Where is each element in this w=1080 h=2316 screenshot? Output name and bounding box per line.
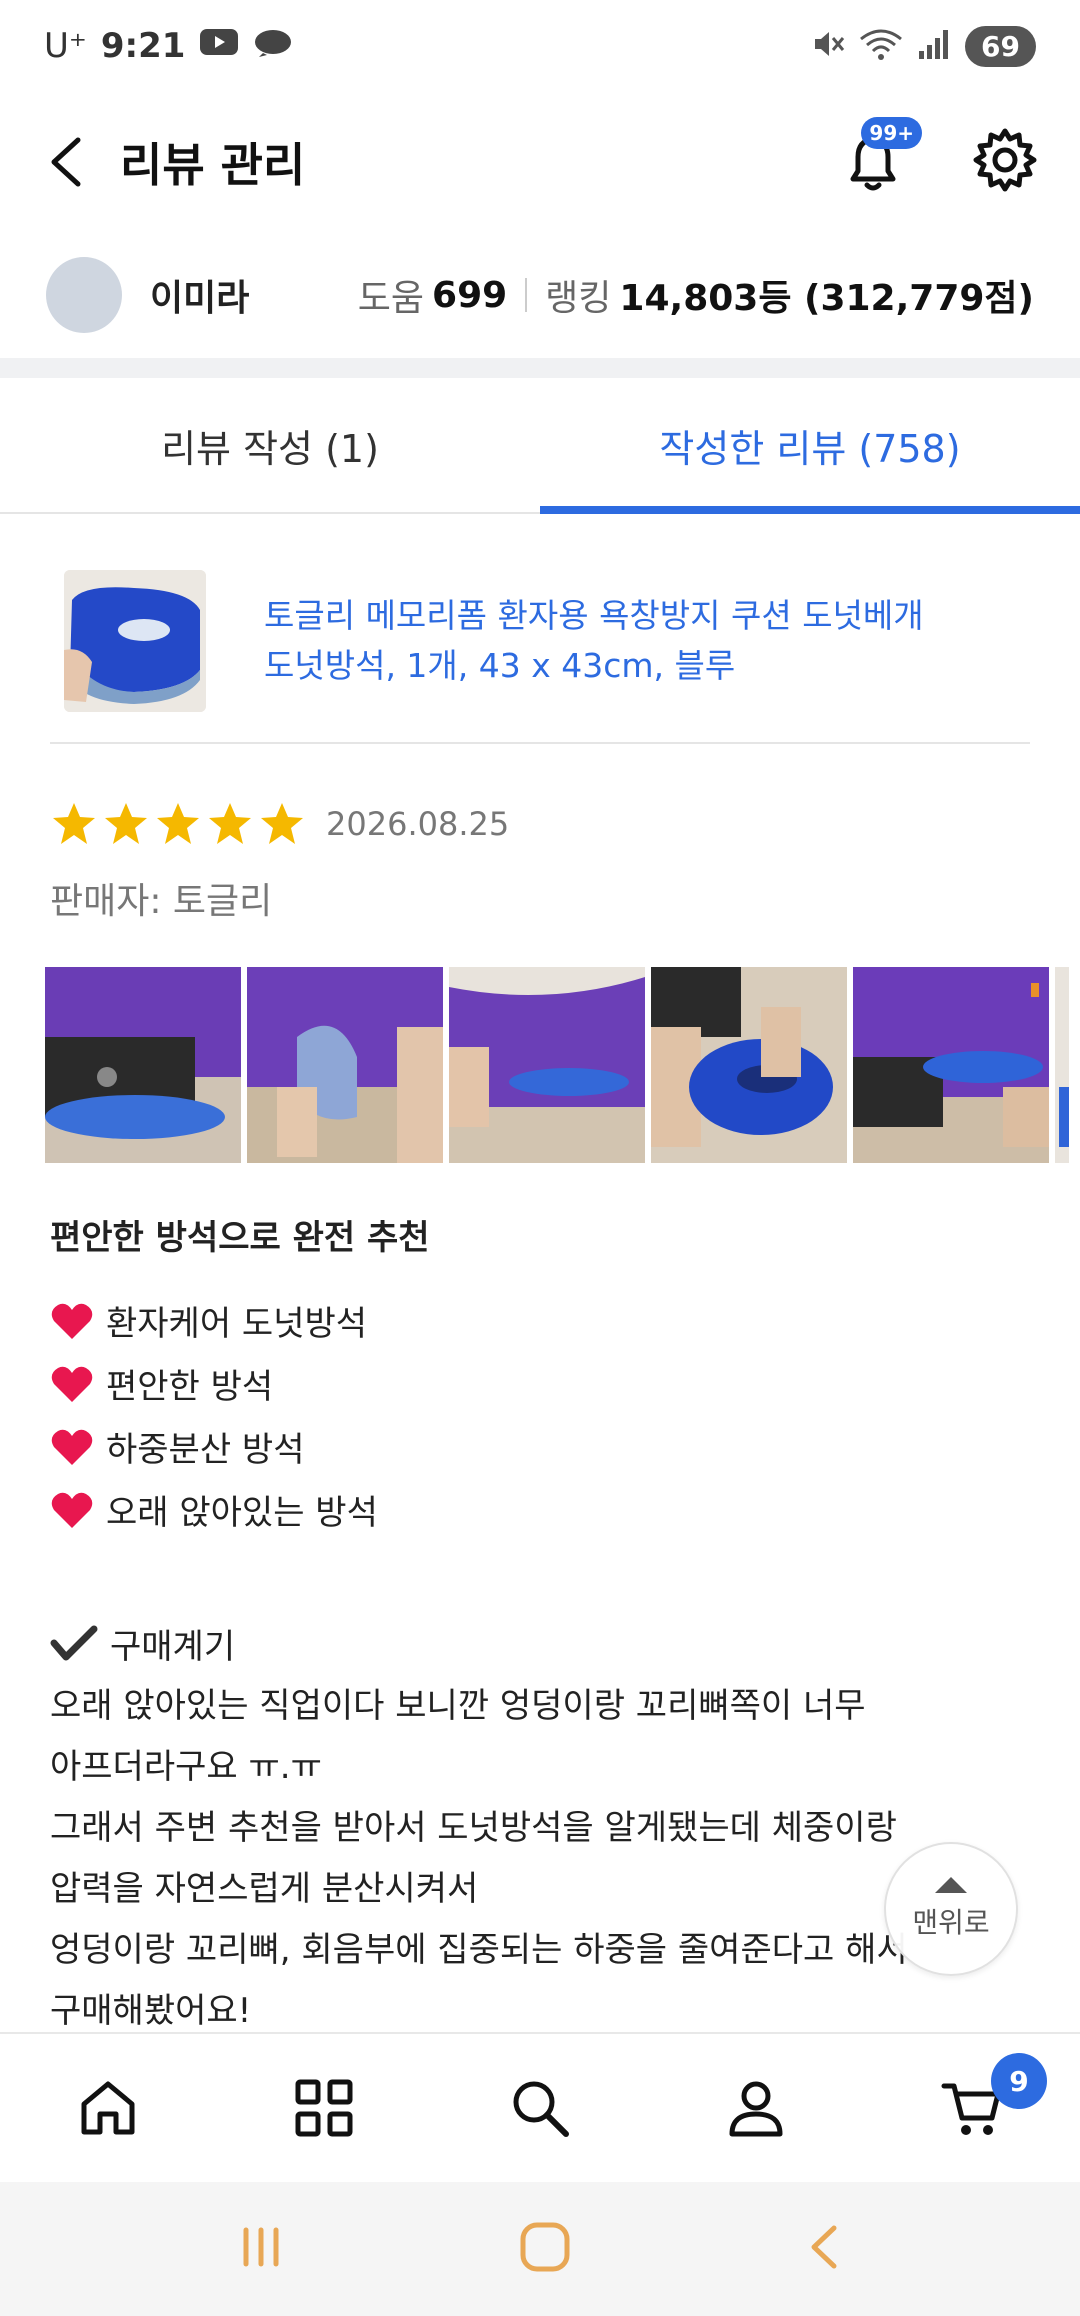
bullet-text: 오래 앉아있는 방석 xyxy=(106,1493,378,1533)
cart-count-badge: 9 xyxy=(991,2053,1047,2109)
profile-summary: 이미라 도움 699 랭킹 14,803등 (312,779점) xyxy=(0,232,1080,358)
back-button[interactable] xyxy=(40,136,92,188)
purchase-reason-label: 구매계기 xyxy=(110,1626,236,1667)
profile-stats: 도움 699 랭킹 14,803등 (312,779점) xyxy=(358,269,1034,321)
star-icon xyxy=(209,803,251,844)
seller-label: 판매자: 토글리 xyxy=(50,881,273,922)
gear-icon xyxy=(973,128,1037,192)
status-bar: U⁺ 9:21 69 xyxy=(0,0,1080,92)
app-header: 리뷰 관리 99+ xyxy=(0,92,1080,232)
clock: 9:21 xyxy=(100,26,186,66)
product-row[interactable]: 토글리 메모리폼 환자용 욕창방지 쿠션 도넛베개 도넛방석, 1개, 43 x… xyxy=(50,540,1030,744)
review-photo[interactable] xyxy=(853,967,1049,1163)
scroll-to-top-button[interactable]: 맨위로 xyxy=(884,1842,1018,1976)
review-tabs: 리뷰 작성 (1) 작성한 리뷰 (758) xyxy=(0,378,1080,514)
product-title[interactable]: 토글리 메모리폼 환자용 욕창방지 쿠션 도넛베개 도넛방석, 1개, 43 x… xyxy=(264,591,964,691)
review-photo[interactable] xyxy=(449,967,645,1163)
list-item: 오래 앉아있는 방석 xyxy=(50,1478,1030,1541)
nav-cart[interactable]: 9 xyxy=(927,2053,1047,2153)
checkmark-icon xyxy=(50,1625,98,1661)
nav-search[interactable] xyxy=(495,2063,585,2153)
bottom-nav: 9 xyxy=(0,2032,1080,2182)
home-circle-icon xyxy=(520,2222,570,2272)
heart-icon xyxy=(51,1366,93,1402)
star-icon xyxy=(105,803,147,844)
star-icon xyxy=(53,803,95,844)
notification-button[interactable]: 99+ xyxy=(838,117,922,197)
purchase-reason-heading: 구매계기 xyxy=(50,1610,1030,1676)
list-item: 하중분산 방석 xyxy=(50,1415,1030,1478)
chevron-left-icon xyxy=(811,2225,837,2269)
user-icon xyxy=(729,2081,783,2137)
review-photo[interactable] xyxy=(651,967,847,1163)
tab-write-review[interactable]: 리뷰 작성 (1) xyxy=(0,378,540,512)
help-value: 699 xyxy=(432,274,508,316)
review-photo[interactable] xyxy=(45,967,241,1163)
chevron-left-icon xyxy=(51,137,81,187)
wifi-icon xyxy=(859,27,903,65)
divider xyxy=(525,278,528,312)
review-heading: 편안한 방석으로 완전 추천 xyxy=(50,1218,430,1258)
home-system-button[interactable] xyxy=(517,2219,573,2279)
help-label: 도움 xyxy=(357,278,425,319)
scroll-to-top-label: 맨위로 xyxy=(912,1906,990,1939)
bullet-text: 환자케어 도넛방석 xyxy=(106,1304,368,1344)
home-icon xyxy=(81,2081,135,2135)
youtube-icon xyxy=(199,26,239,66)
signal-icon xyxy=(917,27,951,65)
heart-icon xyxy=(51,1492,93,1528)
notification-badge: 99+ xyxy=(861,117,922,149)
review-line: 압력을 자연스럽게 분산시켜서 xyxy=(50,1869,479,1909)
review-photo[interactable] xyxy=(1055,967,1069,1163)
review-date: 2026.08.25 xyxy=(326,805,510,843)
product-title-line: 토글리 메모리폼 환자용 욕창방지 쿠션 도넛베개 xyxy=(264,596,924,635)
rank-value: 14,803등 (312,779점) xyxy=(619,278,1034,319)
system-navigation xyxy=(0,2182,1080,2316)
rating-row: 2026.08.25 xyxy=(50,800,509,848)
heart-icon xyxy=(51,1429,93,1465)
tab-written-reviews[interactable]: 작성한 리뷰 (758) xyxy=(540,378,1080,514)
product-thumbnail[interactable] xyxy=(64,570,206,712)
recent-apps-icon xyxy=(243,2227,279,2267)
list-item: 환자케어 도넛방석 xyxy=(50,1289,1030,1352)
weather-icon xyxy=(253,26,293,66)
review-line: 아프더라구요 ㅠ.ㅠ xyxy=(50,1747,322,1787)
review-line: 엉덩이랑 꼬리뼈, 회음부에 집중되는 하중을 줄여준다고 해서 xyxy=(50,1930,908,1970)
star-icon xyxy=(261,803,303,844)
section-divider xyxy=(0,358,1080,378)
bullet-text: 편안한 방석 xyxy=(106,1367,274,1407)
rank-label: 랭킹 xyxy=(545,278,612,319)
nav-categories[interactable] xyxy=(279,2063,369,2153)
bullet-text: 하중분산 방석 xyxy=(106,1430,305,1470)
page-title: 리뷰 관리 xyxy=(120,138,306,192)
product-title-line: 도넛방석, 1개, 43 x 43cm, 블루 xyxy=(264,646,736,685)
recent-apps-button[interactable] xyxy=(236,2222,286,2276)
review-body: 편안한 방석으로 완전 추천 환자케어 도넛방석 편안한 방석 하중분산 방석 … xyxy=(50,1210,1030,2042)
search-icon xyxy=(513,2081,569,2137)
mute-icon xyxy=(811,27,845,65)
avatar xyxy=(46,257,122,333)
review-photo[interactable] xyxy=(247,967,443,1163)
nav-home[interactable] xyxy=(63,2063,153,2153)
review-line: 그래서 주변 추천을 받아서 도넛방석을 알게됐는데 체중이랑 xyxy=(50,1808,897,1848)
list-item: 편안한 방석 xyxy=(50,1352,1030,1415)
back-system-button[interactable] xyxy=(804,2222,844,2276)
heart-icon xyxy=(51,1303,93,1339)
carrier-label: U⁺ xyxy=(44,26,87,66)
grid-icon xyxy=(295,2079,353,2137)
nav-my-page[interactable] xyxy=(711,2063,801,2153)
settings-button[interactable] xyxy=(970,125,1040,199)
battery-indicator: 69 xyxy=(965,25,1036,67)
review-line: 오래 앉아있는 직업이다 보니깐 엉덩이랑 꼬리뼈쪽이 너무 xyxy=(50,1686,866,1726)
review-paragraph: 오래 앉아있는 직업이다 보니깐 엉덩이랑 꼬리뼈쪽이 너무 아프더라구요 ㅠ.… xyxy=(50,1676,1030,2042)
arrow-up-icon xyxy=(935,1877,967,1893)
review-photos xyxy=(45,967,1069,1163)
star-rating xyxy=(50,800,306,848)
profile-name: 이미라 xyxy=(150,278,250,319)
star-icon xyxy=(157,803,199,844)
